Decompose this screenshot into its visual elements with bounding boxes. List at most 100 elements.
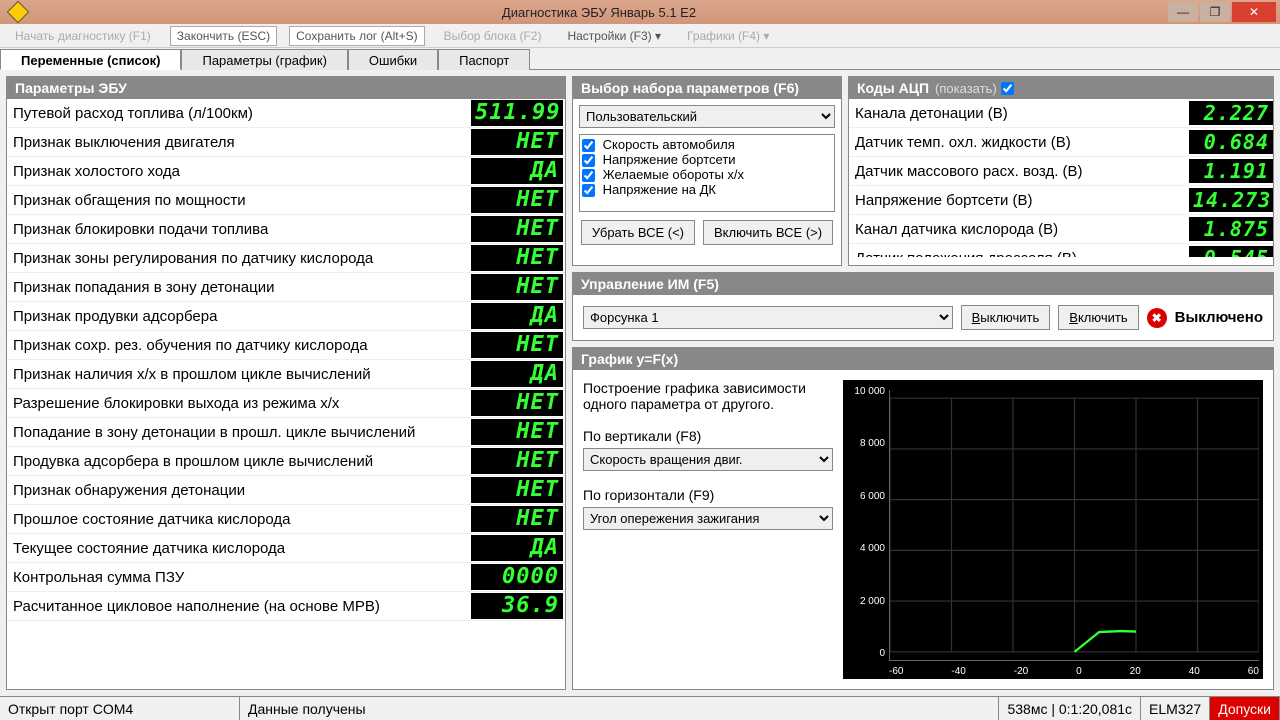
- param-check-item[interactable]: Напряжение бортсети: [582, 152, 832, 167]
- adc-label: Канала детонации (В): [849, 105, 1189, 122]
- param-value: НЕТ: [471, 506, 563, 532]
- param-label: Признак блокировки подачи топлива: [7, 221, 471, 238]
- param-row[interactable]: Признак сохр. рез. обучения по датчику к…: [7, 331, 565, 360]
- adc-value: 1.191: [1189, 159, 1273, 183]
- param-row[interactable]: Продувка адсорбера в прошлом цикле вычис…: [7, 447, 565, 476]
- close-button[interactable]: ✕: [1232, 2, 1276, 22]
- param-label: Признак попадания в зону детонации: [7, 279, 471, 296]
- param-row[interactable]: Текущее состояние датчика кислородаДА: [7, 534, 565, 563]
- actuator-off-button[interactable]: Выключить: [961, 305, 1051, 330]
- chart-area: 10 0008 0006 0004 0002 0000 -60-40-20020…: [843, 380, 1263, 679]
- param-label: Признак продувки адсорбера: [7, 308, 471, 325]
- maximize-button[interactable]: ❐: [1200, 2, 1230, 22]
- graph-header: График y=F(x): [573, 348, 1273, 370]
- stop-icon[interactable]: ✖: [1147, 308, 1167, 328]
- adc-row[interactable]: Напряжение бортсети (В)14.273: [849, 186, 1273, 215]
- param-value: НЕТ: [471, 390, 563, 416]
- y-axis-label: По вертикали (F8): [583, 428, 833, 444]
- adc-row[interactable]: Канал датчика кислорода (В)1.875: [849, 215, 1273, 244]
- param-value: 0000: [471, 564, 563, 590]
- adc-label: Канал датчика кислорода (В): [849, 221, 1189, 238]
- param-check-item[interactable]: Скорость автомобиля: [582, 137, 832, 152]
- actuator-on-button[interactable]: Включить: [1058, 305, 1138, 330]
- param-value: НЕТ: [471, 448, 563, 474]
- start-diagnostics-button[interactable]: Начать диагностику (F1): [8, 26, 158, 46]
- param-label: Попадание в зону детонации в прошл. цикл…: [7, 424, 471, 441]
- block-select-button[interactable]: Выбор блока (F2): [437, 26, 549, 46]
- adc-label: Датчик темп. охл. жидкости (В): [849, 134, 1189, 151]
- tab-errors[interactable]: Ошибки: [348, 49, 438, 70]
- param-value: ДА: [471, 361, 563, 387]
- param-check-item[interactable]: Напряжение на ДК: [582, 182, 832, 197]
- adc-value: 14.273: [1189, 188, 1273, 212]
- param-row[interactable]: Признак выключения двигателяНЕТ: [7, 128, 565, 157]
- param-row[interactable]: Путевой расход топлива (л/100км)511.99: [7, 99, 565, 128]
- param-row[interactable]: Признак продувки адсорбераДА: [7, 302, 565, 331]
- param-row[interactable]: Расчитанное цикловое наполнение (на осно…: [7, 592, 565, 621]
- adc-list[interactable]: Канала детонации (В)2.227Датчик темп. ох…: [849, 99, 1273, 257]
- param-value: НЕТ: [471, 477, 563, 503]
- save-log-button[interactable]: Сохранить лог (Alt+S): [289, 26, 425, 46]
- adc-row[interactable]: Датчик темп. охл. жидкости (В)0.684: [849, 128, 1273, 157]
- param-value: ДА: [471, 535, 563, 561]
- param-check-item[interactable]: Желаемые обороты х/х: [582, 167, 832, 182]
- param-value: НЕТ: [471, 332, 563, 358]
- param-row[interactable]: Признак блокировки подачи топливаНЕТ: [7, 215, 565, 244]
- y-axis-select[interactable]: Скорость вращения двиг.: [583, 448, 833, 471]
- status-time: 538мс | 0:1:20,081с: [999, 697, 1141, 720]
- x-axis-select[interactable]: Угол опережения зажигания: [583, 507, 833, 530]
- adc-panel: Коды АЦП(показать) Канала детонации (В)2…: [848, 76, 1274, 266]
- stop-diagnostics-button[interactable]: Закончить (ESC): [170, 26, 277, 46]
- tab-passport[interactable]: Паспорт: [438, 49, 530, 70]
- param-label: Текущее состояние датчика кислорода: [7, 540, 471, 557]
- adc-row[interactable]: Канала детонации (В)2.227: [849, 99, 1273, 128]
- tab-parameters[interactable]: Параметры (график): [181, 49, 347, 70]
- param-label: Признак обнаружения детонации: [7, 482, 471, 499]
- param-value: ДА: [471, 158, 563, 184]
- adc-row[interactable]: Датчик массового расх. возд. (В)1.191: [849, 157, 1273, 186]
- adc-value: 1.875: [1189, 217, 1273, 241]
- param-row[interactable]: Признак холостого ходаДА: [7, 157, 565, 186]
- charts-menu[interactable]: Графики (F4) ▾: [680, 26, 776, 46]
- adc-show-checkbox[interactable]: [1001, 82, 1014, 95]
- param-label: Путевой расход топлива (л/100км): [7, 105, 471, 122]
- param-value: НЕТ: [471, 187, 563, 213]
- param-value: НЕТ: [471, 216, 563, 242]
- tab-variables[interactable]: Переменные (список): [0, 49, 181, 70]
- settings-menu[interactable]: Настройки (F3) ▾: [560, 26, 668, 46]
- adc-row[interactable]: Датчик положения дросселя (В)0.545: [849, 244, 1273, 257]
- adc-value: 0.684: [1189, 130, 1273, 154]
- preset-select[interactable]: Пользовательский: [579, 105, 835, 128]
- window-title: Диагностика ЭБУ Январь 5.1 E2: [32, 5, 1166, 20]
- chart-line: [890, 390, 1259, 660]
- param-row[interactable]: Признак зоны регулирования по датчику ки…: [7, 244, 565, 273]
- param-row[interactable]: Попадание в зону детонации в прошл. цикл…: [7, 418, 565, 447]
- title-bar: Диагностика ЭБУ Январь 5.1 E2 — ❐ ✕: [0, 0, 1280, 24]
- minimize-button[interactable]: —: [1168, 2, 1198, 22]
- status-adapter: ELM327: [1141, 697, 1210, 720]
- adc-value: 2.227: [1189, 101, 1273, 125]
- param-row[interactable]: Прошлое состояние датчика кислородаНЕТ: [7, 505, 565, 534]
- param-row[interactable]: Контрольная сумма ПЗУ0000: [7, 563, 565, 592]
- status-data: Данные получены: [240, 697, 999, 720]
- param-checklist[interactable]: Скорость автомобиля Напряжение бортсети …: [579, 134, 835, 212]
- param-label: Признак холостого хода: [7, 163, 471, 180]
- param-label: Признак зоны регулирования по датчику ки…: [7, 250, 471, 267]
- param-value: НЕТ: [471, 129, 563, 155]
- param-row[interactable]: Признак наличия х/х в прошлом цикле вычи…: [7, 360, 565, 389]
- param-label: Признак обгащения по мощности: [7, 192, 471, 209]
- param-row[interactable]: Признак обнаружения детонацииНЕТ: [7, 476, 565, 505]
- ecu-params-list[interactable]: Путевой расход топлива (л/100км)511.99Пр…: [7, 99, 565, 689]
- remove-all-button[interactable]: Убрать ВСЕ (<): [581, 220, 695, 245]
- adc-label: Датчик массового расх. возд. (В): [849, 163, 1189, 180]
- param-row[interactable]: Признак обгащения по мощностиНЕТ: [7, 186, 565, 215]
- adc-label: Датчик положения дросселя (В): [849, 250, 1189, 258]
- status-tolerance[interactable]: Допуски: [1210, 697, 1280, 720]
- ecu-params-panel: Параметры ЭБУ Путевой расход топлива (л/…: [6, 76, 566, 690]
- param-value: 36.9: [471, 593, 563, 619]
- param-row[interactable]: Разрешение блокировки выхода из режима х…: [7, 389, 565, 418]
- im-control-panel: Управление ИМ (F5) Форсунка 1 Выключить …: [572, 272, 1274, 341]
- add-all-button[interactable]: Включить ВСЕ (>): [703, 220, 833, 245]
- actuator-select[interactable]: Форсунка 1: [583, 306, 953, 329]
- param-row[interactable]: Признак попадания в зону детонацииНЕТ: [7, 273, 565, 302]
